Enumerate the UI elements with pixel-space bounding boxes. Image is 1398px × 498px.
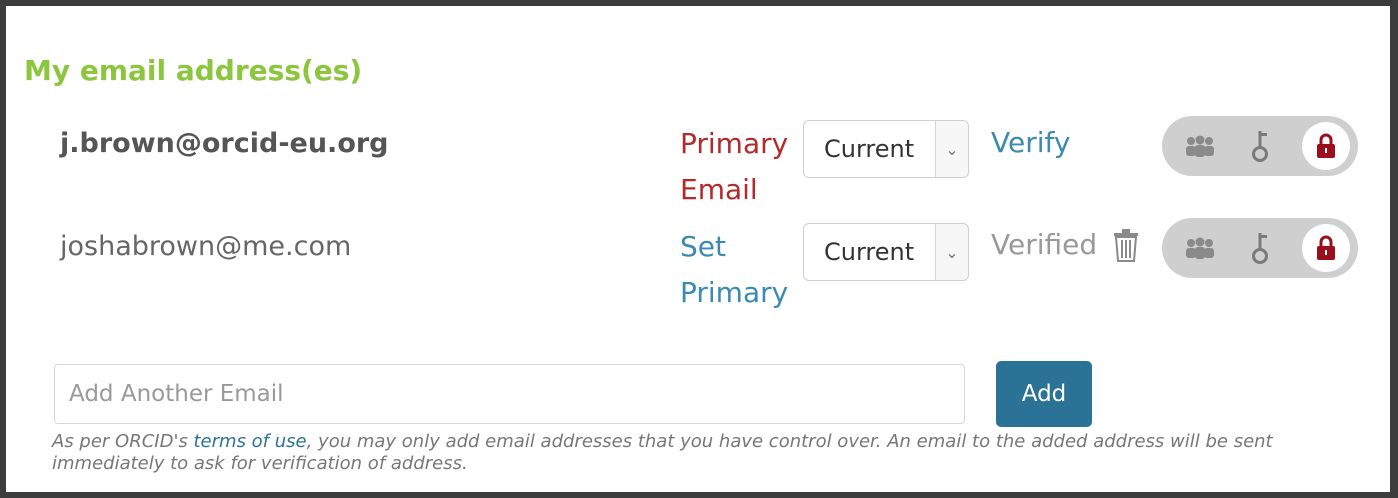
group-icon[interactable]	[1170, 116, 1230, 176]
terms-note: As per ORCID's terms of use, you may onl…	[52, 431, 1352, 475]
select-value: Current	[824, 238, 915, 266]
email-address-secondary: joshabrown@me.com	[60, 231, 352, 262]
chevron-down-icon[interactable]: ⌄	[935, 121, 968, 177]
lock-icon[interactable]	[1302, 224, 1350, 272]
verified-label: Verified	[991, 228, 1098, 261]
select-value: Current	[824, 135, 915, 163]
set-primary-line1: Set	[680, 230, 726, 263]
note-prefix: As per ORCID's	[52, 431, 194, 452]
primary-label-line2: Email	[680, 173, 758, 206]
trash-icon[interactable]	[1112, 228, 1140, 262]
email-status-select[interactable]: Current ⌄	[803, 120, 969, 178]
set-primary-link[interactable]: Set Primary	[680, 224, 788, 316]
section-title: My email address(es)	[24, 54, 363, 87]
group-icon[interactable]	[1170, 218, 1230, 278]
email-settings-panel: My email address(es) j.brown@orcid-eu.or…	[6, 6, 1390, 492]
email-address-primary: j.brown@orcid-eu.org	[60, 128, 389, 159]
terms-of-use-link[interactable]: terms of use	[194, 431, 307, 452]
privacy-toggle[interactable]	[1162, 218, 1358, 278]
set-primary-line2: Primary	[680, 276, 789, 309]
chevron-down-icon[interactable]: ⌄	[935, 224, 968, 280]
key-icon[interactable]	[1230, 116, 1290, 176]
add-email-button[interactable]: Add	[996, 361, 1092, 427]
privacy-toggle[interactable]	[1162, 116, 1358, 176]
lock-icon[interactable]	[1302, 122, 1350, 170]
primary-email-label: Primary Email	[680, 121, 788, 213]
email-status-select[interactable]: Current ⌄	[803, 223, 969, 281]
primary-label-line1: Primary	[680, 127, 789, 160]
add-email-input[interactable]	[54, 364, 965, 424]
key-icon[interactable]	[1230, 218, 1290, 278]
verify-link[interactable]: Verify	[991, 126, 1070, 159]
